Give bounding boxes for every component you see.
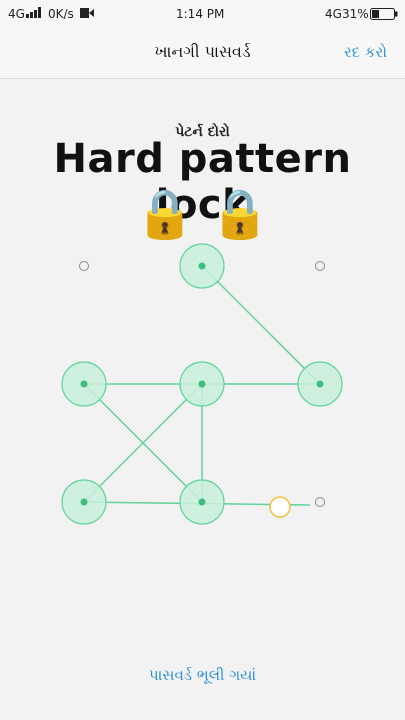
pattern-dot-4[interactable] — [61, 361, 107, 407]
pattern-line — [201, 265, 321, 385]
pattern-grid[interactable] — [0, 0, 405, 720]
pattern-dot-2[interactable] — [179, 243, 225, 289]
pattern-dot-6[interactable] — [297, 361, 343, 407]
pattern-dot-8[interactable] — [179, 479, 225, 525]
forgot-password-link[interactable]: પાસવર્ડ ભૂલી ગયાં — [0, 666, 405, 684]
pattern-dot-1[interactable] — [79, 261, 89, 271]
pattern-dot-3[interactable] — [315, 261, 325, 271]
pattern-dot-9[interactable] — [269, 496, 325, 518]
pattern-dot-7[interactable] — [61, 479, 107, 525]
pattern-dot-5[interactable] — [179, 361, 225, 407]
